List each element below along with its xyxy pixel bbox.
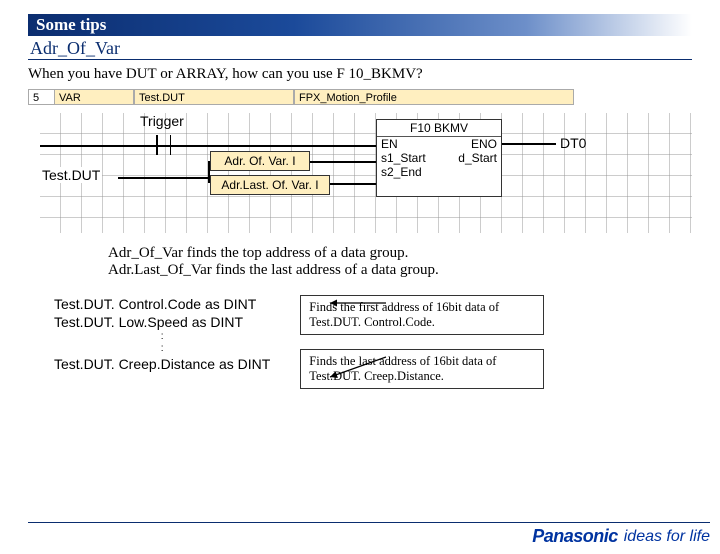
wire <box>166 145 376 147</box>
callout-last-address: Finds the last address of 16bit data of … <box>300 349 544 389</box>
ladder-diagram: Trigger Test.DUT Adr. Of. Var. I Adr.Las… <box>40 113 692 233</box>
field-list: Test.DUT. Control.Code as DINT Test.DUT.… <box>54 295 270 389</box>
adr-of-var-block: Adr. Of. Var. I <box>210 151 310 171</box>
wire <box>118 177 210 179</box>
en-pin: EN <box>381 137 398 151</box>
explanation: Adr_Of_Var finds the top address of a da… <box>108 245 692 279</box>
wire <box>310 161 376 163</box>
var-class: VAR <box>54 89 134 105</box>
list-item: Test.DUT. Control.Code as DINT <box>54 295 270 313</box>
callout-first-address: Finds the first address of 16bit data of… <box>300 295 544 335</box>
question-text: When you have DUT or ARRAY, how can you … <box>28 66 692 83</box>
divider <box>28 59 692 60</box>
ellipsis: : <box>54 343 270 355</box>
tagline: ideas for life <box>624 528 710 546</box>
var-identifier: Test.DUT <box>134 89 294 105</box>
slide-title: Some tips <box>36 15 106 35</box>
s2-pin: s2_End <box>381 165 422 179</box>
f10-title: F10 BKMV <box>377 120 501 137</box>
panasonic-logo: Panasonic <box>532 526 618 547</box>
var-row-number: 5 <box>28 89 54 105</box>
contact-symbol <box>150 135 177 160</box>
eno-pin: ENO <box>471 137 497 151</box>
var-type: FPX_Motion_Profile <box>294 89 574 105</box>
explain-line2: Adr.Last_Of_Var finds the last address o… <box>108 262 692 279</box>
trigger-label: Trigger <box>140 113 184 129</box>
ellipsis: : <box>54 331 270 343</box>
d-pin: d_Start <box>458 151 497 165</box>
variable-table-row: 5 VAR Test.DUT FPX_Motion_Profile <box>28 89 692 105</box>
adr-last-of-var-block: Adr.Last. Of. Var. I <box>210 175 330 195</box>
s1-pin: s1_Start <box>381 151 426 165</box>
slide-subtitle: Adr_Of_Var <box>28 38 692 59</box>
list-item: Test.DUT. Low.Speed as DINT <box>54 313 270 331</box>
explain-line1: Adr_Of_Var finds the top address of a da… <box>108 245 692 262</box>
footer: Panasonic ideas for life <box>28 522 710 550</box>
list-item: Test.DUT. Creep.Distance as DINT <box>54 355 270 373</box>
testdut-label: Test.DUT <box>40 167 102 183</box>
wire <box>502 143 556 145</box>
slide-title-bar: Some tips <box>28 14 692 36</box>
dt0-label: DT0 <box>560 135 586 151</box>
f10-bkmv-block: F10 BKMV EN ENO s1_Start d_Start s2_End <box>376 119 502 197</box>
wire <box>330 183 376 185</box>
